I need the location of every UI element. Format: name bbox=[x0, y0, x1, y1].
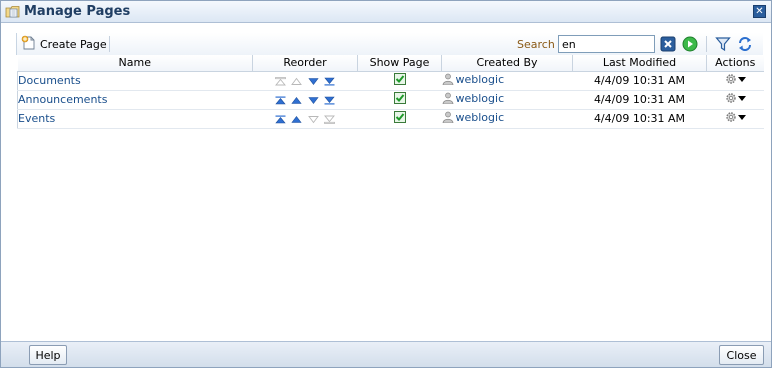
move-to-top-icon[interactable] bbox=[275, 115, 286, 124]
move-down-icon[interactable] bbox=[308, 96, 319, 105]
chevron-down-icon bbox=[737, 114, 746, 120]
show-page-checkbox[interactable] bbox=[393, 111, 406, 123]
show-page-checkbox[interactable] bbox=[393, 92, 406, 104]
table-row: Documents weblogic 4/4/09 10:31 AM bbox=[17, 71, 764, 91]
create-page-label: Create Page bbox=[40, 37, 107, 51]
gear-icon bbox=[725, 74, 736, 84]
table-row: Announcements weblogic 4/4/09 10:31 AM bbox=[17, 90, 764, 110]
move-up-icon[interactable] bbox=[291, 96, 302, 105]
gear-icon bbox=[725, 93, 736, 103]
move-up-icon bbox=[291, 77, 303, 85]
dialog-content: Create Page Search en Name Reorder Show … bbox=[1, 24, 771, 341]
actions-menu-button[interactable] bbox=[725, 92, 746, 104]
column-header-created-by[interactable]: Created By bbox=[441, 55, 573, 72]
go-icon[interactable] bbox=[682, 36, 698, 52]
toolbar: Create Page Search bbox=[16, 33, 763, 55]
table-row: Events weblogic 4/4/09 10:31 AM bbox=[17, 109, 764, 129]
create-page-button[interactable]: Create Page bbox=[21, 35, 107, 53]
move-down-icon[interactable] bbox=[308, 77, 319, 86]
created-by-link[interactable]: weblogic bbox=[456, 92, 505, 105]
create-page-icon bbox=[21, 35, 37, 54]
clear-search-icon[interactable] bbox=[660, 36, 676, 52]
page-name-link[interactable]: Announcements bbox=[18, 93, 107, 106]
refresh-icon[interactable] bbox=[737, 36, 753, 52]
created-by-link[interactable]: weblogic bbox=[456, 111, 505, 124]
user-icon bbox=[442, 111, 453, 124]
move-to-bottom-icon[interactable] bbox=[324, 77, 335, 86]
chevron-down-icon bbox=[737, 76, 746, 82]
search-input[interactable] bbox=[558, 35, 655, 53]
user-icon bbox=[442, 92, 453, 105]
toolbar-divider-2 bbox=[706, 36, 707, 52]
table-header-row: Name Reorder Show Page Created By Last M… bbox=[17, 55, 764, 72]
last-modified-cell: 4/4/09 10:31 AM bbox=[572, 90, 707, 110]
move-to-top-icon bbox=[274, 76, 286, 85]
toolbar-divider bbox=[109, 36, 110, 52]
close-button[interactable]: Close bbox=[719, 345, 764, 365]
folder-page-icon bbox=[5, 4, 21, 20]
column-header-last-modified[interactable]: Last Modified bbox=[572, 55, 707, 72]
dialog-title: Manage Pages bbox=[24, 4, 131, 19]
filter-icon[interactable] bbox=[715, 36, 731, 52]
help-button[interactable]: Help bbox=[29, 345, 67, 365]
last-modified-cell: 4/4/09 10:31 AM bbox=[572, 109, 707, 129]
move-down-icon bbox=[307, 115, 319, 123]
manage-pages-dialog: Manage Pages ✕ Create Page Search en Nam… bbox=[0, 0, 772, 368]
created-by-link[interactable]: weblogic bbox=[456, 73, 505, 86]
user-icon bbox=[442, 73, 453, 86]
search-label: Search bbox=[517, 38, 555, 51]
column-header-name[interactable]: Name bbox=[17, 55, 253, 72]
move-to-bottom-icon bbox=[324, 115, 336, 124]
column-header-reorder[interactable]: Reorder bbox=[252, 55, 358, 72]
title-bar: Manage Pages ✕ bbox=[1, 1, 771, 23]
page-name-link[interactable]: Documents bbox=[18, 74, 81, 87]
gear-icon bbox=[725, 112, 736, 122]
pages-table: Name Reorder Show Page Created By Last M… bbox=[17, 55, 764, 129]
actions-menu-button[interactable] bbox=[725, 111, 746, 123]
column-header-show-page[interactable]: Show Page bbox=[357, 55, 442, 72]
chevron-down-icon bbox=[737, 95, 746, 101]
move-up-icon[interactable] bbox=[291, 115, 302, 124]
actions-menu-button[interactable] bbox=[725, 73, 746, 85]
page-name-link[interactable]: Events bbox=[18, 112, 55, 125]
dialog-footer: Help Close bbox=[1, 341, 771, 367]
close-dialog-icon[interactable]: ✕ bbox=[753, 5, 766, 18]
move-to-bottom-icon[interactable] bbox=[324, 96, 335, 105]
move-to-top-icon[interactable] bbox=[275, 96, 286, 105]
column-header-actions[interactable]: Actions bbox=[706, 55, 764, 72]
last-modified-cell: 4/4/09 10:31 AM bbox=[572, 71, 707, 91]
show-page-checkbox[interactable] bbox=[393, 73, 406, 85]
